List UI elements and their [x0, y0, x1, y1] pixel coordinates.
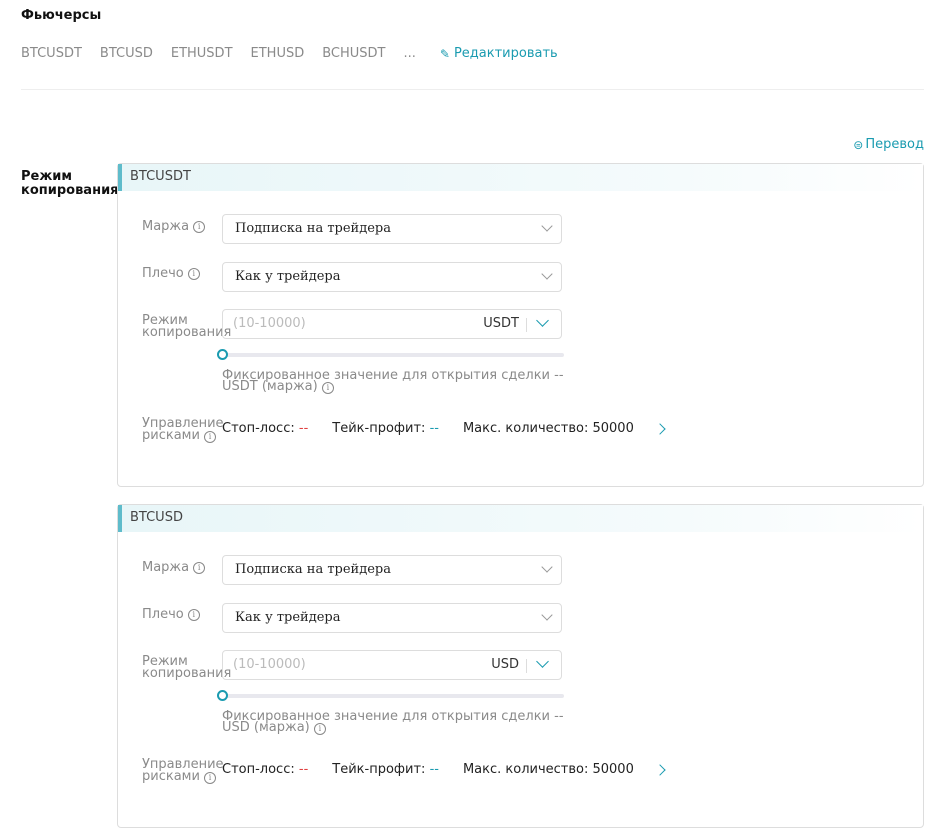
amount-hint: Фиксированное значение для открытия сдел… [222, 710, 582, 735]
take-profit-label: Тейк-профит: [332, 421, 426, 436]
label-line: рисками [142, 769, 200, 784]
amount-input[interactable]: (10-10000) USDT [222, 309, 562, 339]
tab-btcusd[interactable]: BTCUSD [100, 46, 153, 61]
chevron-down-icon [541, 268, 553, 280]
label-text: Маржа [142, 219, 190, 234]
tab-btcusdt[interactable]: BTCUSDT [21, 46, 82, 61]
max-quantity: Макс. количество: 50000 [462, 421, 634, 436]
currency-label: USD [491, 657, 519, 672]
info-icon[interactable]: i [313, 723, 326, 735]
card-symbol: BTCUSDT [118, 164, 923, 191]
select-value: Как у трейдера [235, 269, 341, 284]
tab-ethusd[interactable]: ETHUSD [251, 46, 305, 61]
separator [526, 659, 527, 673]
margin-label: Маржа i [142, 560, 206, 575]
transfer-button[interactable]: ⊜ Перевод [853, 137, 924, 152]
stop-loss-value: -- [298, 421, 309, 436]
chevron-right-icon[interactable] [654, 764, 666, 776]
amount-slider[interactable] [217, 349, 564, 360]
edit-label: Редактировать [453, 46, 558, 61]
slider-handle[interactable] [217, 349, 228, 360]
info-icon[interactable]: i [321, 382, 334, 394]
take-profit-value: -- [429, 762, 439, 777]
label-text: Плечо [142, 266, 184, 281]
label-line: Режим [21, 169, 73, 184]
edit-button[interactable]: ✎ Редактировать [440, 46, 558, 61]
symbol-card: BTCUSDT Маржа i Подписка на трейдера Плеч… [117, 163, 924, 487]
label-text: Плечо [142, 607, 184, 622]
label-line: копирования [142, 325, 232, 340]
amount-placeholder: (10-10000) [233, 316, 306, 331]
leverage-select[interactable]: Как у трейдера [222, 603, 562, 633]
currency-dropdown-icon[interactable] [536, 314, 549, 327]
margin-select[interactable]: Подписка на трейдера [222, 214, 562, 244]
hint-line: USDT (маржа) [222, 379, 318, 394]
stop-loss-label: Стоп-лосс: [222, 762, 295, 777]
separator [526, 318, 527, 332]
tab-ethusdt[interactable]: ETHUSDT [171, 46, 233, 61]
label-line: копирования [21, 183, 119, 198]
select-value: Подписка на трейдера [235, 562, 391, 577]
label-line: рисками [142, 428, 200, 443]
info-icon[interactable]: i [193, 562, 206, 574]
label-text: Маржа [142, 560, 190, 575]
chevron-down-icon [541, 609, 553, 621]
select-value: Как у трейдера [235, 610, 341, 625]
chevron-down-icon [541, 561, 553, 573]
risk-summary: Стоп-лосс: -- Тейк-профит: -- Макс. коли… [222, 421, 634, 436]
page-title: Фьючерсы [21, 8, 102, 23]
hint-line: USD (маржа) [222, 720, 310, 735]
stop-loss-label: Стоп-лосс: [222, 421, 295, 436]
risk-label: Управление рисками i [142, 417, 224, 443]
leverage-label: Плечо i [142, 607, 200, 622]
risk-summary: Стоп-лосс: -- Тейк-профит: -- Макс. коли… [222, 762, 634, 777]
amount-hint: Фиксированное значение для открытия сдел… [222, 369, 582, 394]
slider-handle[interactable] [217, 690, 228, 701]
risk-label: Управление рисками i [142, 758, 224, 784]
copy-mode-label: Режим копирования [142, 655, 232, 681]
symbol-card: BTCUSD Маржа i Подписка на трейдера Плечо… [117, 504, 924, 828]
symbol-tabs: BTCUSDT BTCUSD ETHUSDT ETHUSD BCHUSDT ..… [21, 46, 558, 61]
currency-label: USDT [483, 316, 519, 331]
leverage-select[interactable]: Как у трейдера [222, 262, 562, 292]
info-icon[interactable]: i [187, 609, 200, 621]
transfer-icon: ⊜ [853, 137, 864, 152]
amount-placeholder: (10-10000) [233, 657, 306, 672]
copy-mode-section-label: Режим копирования [21, 170, 119, 198]
tab-bchusdt[interactable]: BCHUSDT [322, 46, 385, 61]
label-line: копирования [142, 666, 232, 681]
take-profit-label: Тейк-профит: [332, 762, 426, 777]
margin-select[interactable]: Подписка на трейдера [222, 555, 562, 585]
info-icon[interactable]: i [204, 772, 217, 784]
tab-more[interactable]: ... [404, 46, 416, 61]
copy-mode-label: Режим копирования [142, 314, 232, 340]
info-icon[interactable]: i [204, 431, 217, 443]
max-quantity: Макс. количество: 50000 [462, 762, 634, 777]
currency-dropdown-icon[interactable] [536, 655, 549, 668]
info-icon[interactable]: i [187, 268, 200, 280]
select-value: Подписка на трейдера [235, 221, 391, 236]
margin-label: Маржа i [142, 219, 206, 234]
amount-slider[interactable] [217, 690, 564, 701]
divider [21, 89, 924, 90]
stop-loss-value: -- [298, 762, 309, 777]
card-symbol: BTCUSD [118, 505, 923, 532]
leverage-label: Плечо i [142, 266, 200, 281]
chevron-right-icon[interactable] [654, 423, 666, 435]
transfer-label: Перевод [865, 137, 924, 152]
amount-input[interactable]: (10-10000) USD [222, 650, 562, 680]
edit-icon: ✎ [439, 46, 450, 61]
take-profit-value: -- [429, 421, 439, 436]
chevron-down-icon [541, 220, 553, 232]
info-icon[interactable]: i [193, 221, 206, 233]
